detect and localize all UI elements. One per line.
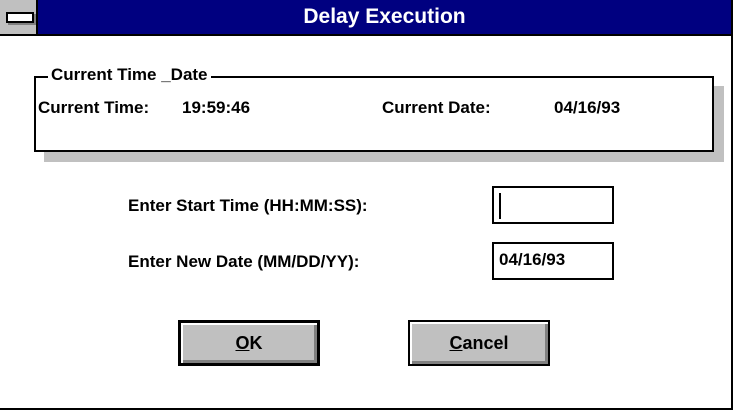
ok-mnemonic: O	[235, 333, 250, 353]
cancel-label-rest: ancel	[462, 333, 509, 353]
text-cursor	[499, 193, 501, 219]
start-time-label: Enter Start Time (HH:MM:SS):	[128, 196, 368, 215]
dialog-window: Delay Execution Current Time _Date Curre…	[0, 0, 733, 410]
current-time-value: 19:59:46	[182, 98, 251, 117]
ok-button[interactable]: OK	[178, 320, 320, 366]
new-date-label: Enter New Date (MM/DD/YY):	[128, 252, 360, 271]
current-time-label: Current Time:	[38, 98, 150, 117]
new-date-input[interactable]: 04/16/93	[492, 242, 614, 280]
current-date-label: Current Date:	[382, 98, 491, 117]
window-title: Delay Execution	[303, 5, 466, 28]
group-box-label: Current Time _Date	[48, 64, 211, 86]
current-date-value: 04/16/93	[554, 98, 621, 117]
cancel-button[interactable]: Cancel	[408, 320, 550, 366]
system-menu-button[interactable]	[0, 0, 38, 34]
new-date-value: 04/16/93	[499, 250, 566, 269]
start-time-input[interactable]	[492, 186, 614, 224]
cancel-mnemonic: C	[449, 333, 463, 353]
system-menu-icon	[6, 12, 34, 23]
ok-label-rest: K	[249, 333, 263, 353]
title-bar[interactable]: Delay Execution	[0, 0, 731, 36]
